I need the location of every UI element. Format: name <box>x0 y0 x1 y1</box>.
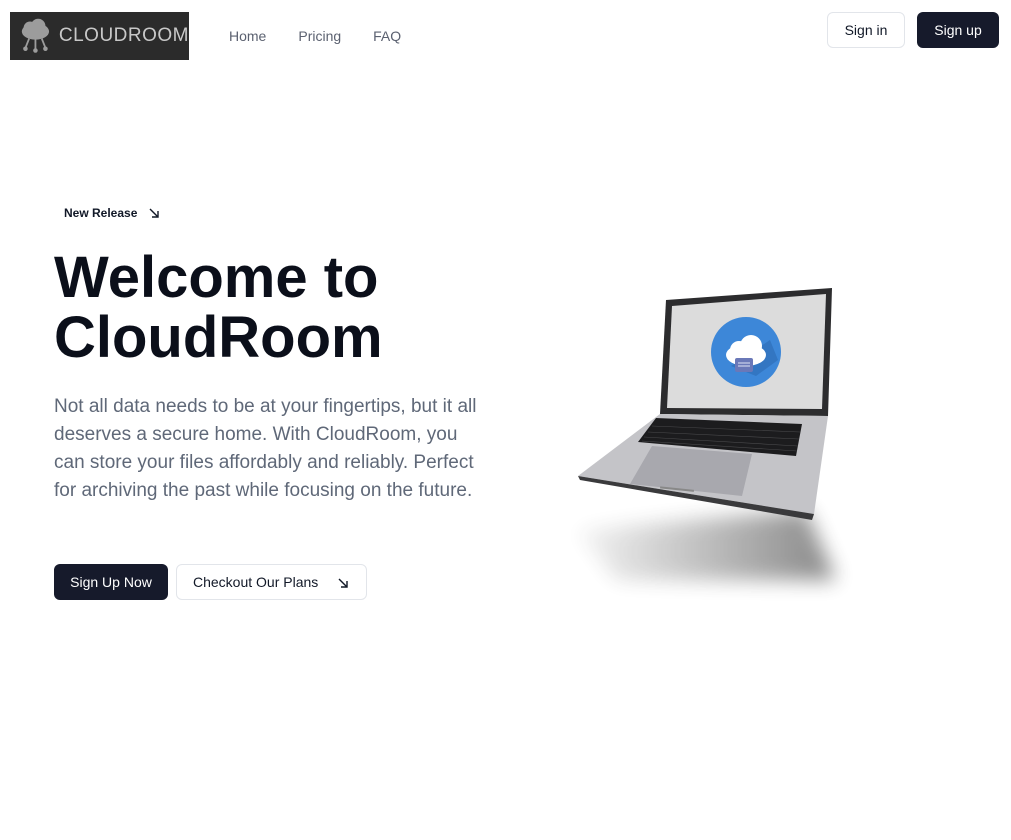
main-nav: Home Pricing FAQ <box>229 28 433 44</box>
nav-link-pricing[interactable]: Pricing <box>298 28 341 44</box>
sign-up-button[interactable]: Sign up <box>917 12 999 48</box>
arrow-down-right-icon <box>338 578 348 588</box>
cloud-network-icon <box>21 18 50 53</box>
hero-title-line1: Welcome to <box>54 245 379 310</box>
checkout-plans-button[interactable]: Checkout Our Plans <box>176 564 367 600</box>
sign-up-now-button[interactable]: Sign Up Now <box>54 564 168 600</box>
logo-text: CLOUDROOM <box>58 25 189 46</box>
badge-label: New Release <box>64 206 138 220</box>
nav-link-faq[interactable]: FAQ <box>373 28 401 44</box>
new-release-badge[interactable]: New Release <box>64 206 160 220</box>
checkout-plans-label: Checkout Our Plans <box>193 574 319 590</box>
sign-in-button[interactable]: Sign in <box>827 12 905 48</box>
nav-link-home[interactable]: Home <box>229 28 266 44</box>
laptop-cloud-illustration <box>576 288 836 580</box>
hero-description: Not all data needs to be at your fingert… <box>54 396 477 501</box>
arrow-down-right-icon <box>149 208 160 218</box>
brand-logo[interactable]: CLOUDROOM <box>10 12 189 60</box>
hero-title-line2: CloudRoom <box>54 305 383 370</box>
hero-title: Welcome to CloudRoom <box>54 248 494 368</box>
